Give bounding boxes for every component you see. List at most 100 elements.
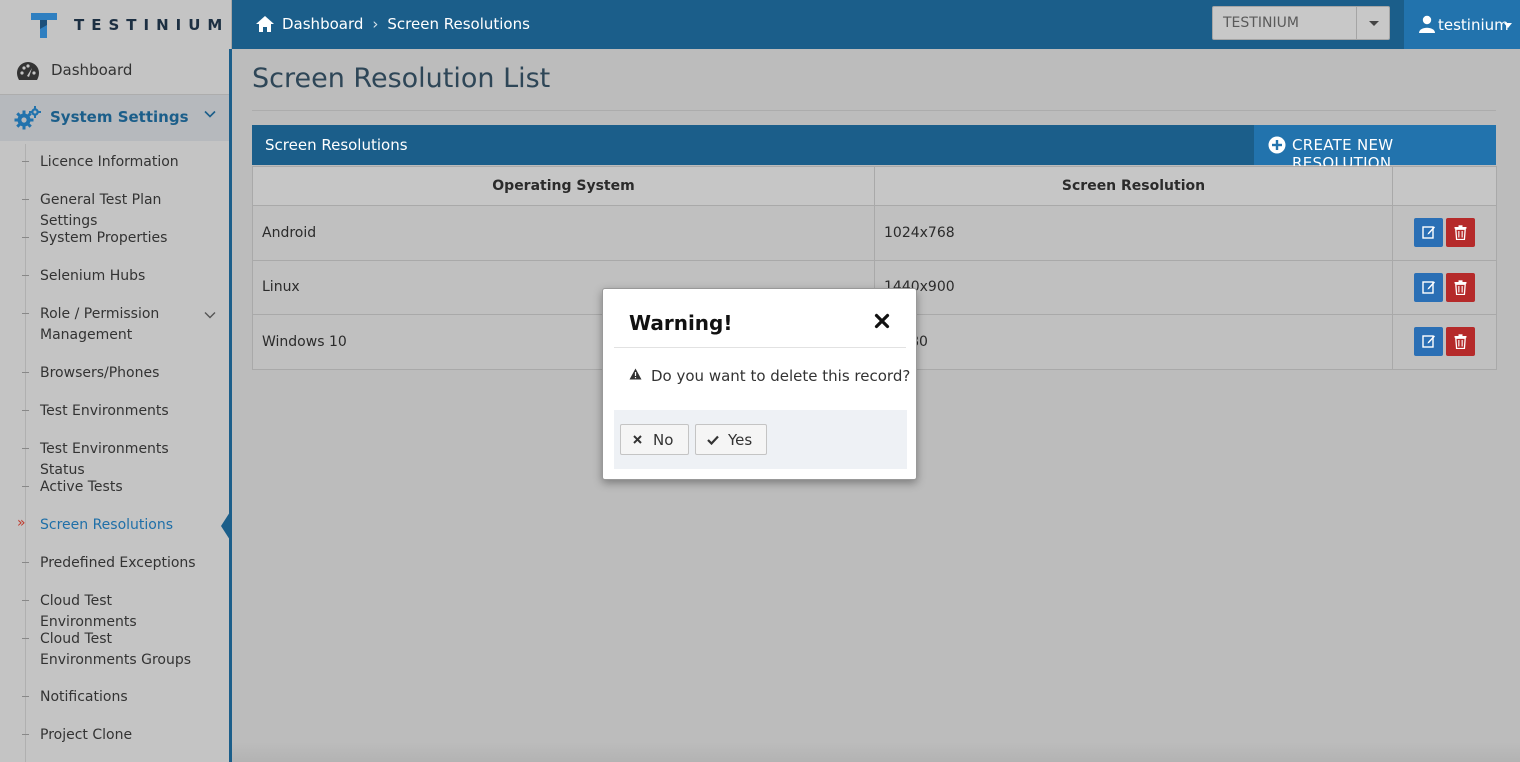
tree-dash	[22, 486, 29, 487]
table-header-row: Operating System Screen Resolution	[252, 166, 1497, 206]
cell-screen-resolution: 1024x768	[874, 205, 1393, 261]
tree-dash	[22, 734, 29, 735]
user-icon	[1419, 15, 1435, 33]
sidebar-item-label: Project Clone	[40, 727, 133, 743]
home-icon[interactable]	[255, 15, 275, 33]
user-name: testinium	[1438, 16, 1509, 34]
sidebar-item-label: Role / Permission Management	[40, 306, 160, 343]
column-header-actions	[1392, 166, 1497, 206]
sidebar-item-label: Cloud Test Environments	[40, 593, 137, 630]
dialog-divider	[614, 347, 906, 348]
project-select[interactable]: TESTINIUM	[1212, 6, 1390, 40]
tree-dash	[22, 313, 29, 314]
close-icon	[633, 435, 642, 444]
trash-icon	[1454, 280, 1467, 295]
sidebar-item-dashboard[interactable]: Dashboard	[0, 49, 229, 95]
dialog-message: Do you want to delete this record?	[651, 367, 911, 385]
chevron-down-icon	[204, 312, 216, 319]
cell-screen-resolution: x1080	[874, 314, 1393, 370]
sidebar-item-label: Selenium Hubs	[40, 268, 146, 284]
edit-icon	[1422, 335, 1435, 348]
sidebar: Dashboard System Settings Licence Inform…	[0, 49, 232, 762]
edit-icon	[1422, 281, 1435, 294]
yes-button[interactable]: Yes	[695, 424, 767, 455]
caret-down-icon	[1504, 23, 1512, 28]
edit-button[interactable]	[1414, 218, 1443, 248]
panel-title: Screen Resolutions	[265, 136, 408, 154]
plus-circle-icon	[1268, 136, 1286, 154]
table-row: Android 1024x768	[252, 205, 1497, 261]
sidebar-item-label: Cloud Test Environments Groups	[40, 631, 192, 668]
dashboard-gauge-icon	[17, 62, 39, 80]
sidebar-item-label: Screen Resolutions	[40, 517, 174, 533]
column-header-screen-resolution[interactable]: Screen Resolution	[874, 166, 1393, 206]
tree-dash	[22, 562, 29, 563]
tree-dash	[22, 410, 29, 411]
page-bottom-shade	[232, 742, 1520, 762]
sidebar-item-label: System Properties	[40, 230, 168, 246]
dialog-title: Warning!	[629, 311, 733, 335]
create-new-resolution-button[interactable]: CREATE NEW RESOLUTION	[1254, 125, 1496, 172]
logo-text: TESTINIUM	[74, 16, 230, 34]
tree-dash	[22, 696, 29, 697]
edit-button[interactable]	[1414, 272, 1443, 302]
tree-dash	[22, 275, 29, 276]
dialog-footer: No Yes	[614, 410, 907, 469]
check-icon	[707, 435, 719, 445]
tree-dash	[22, 448, 29, 449]
delete-button[interactable]	[1446, 272, 1475, 302]
warning-icon	[629, 368, 642, 380]
sidebar-item-label: Active Tests	[40, 479, 123, 495]
delete-button[interactable]	[1446, 327, 1475, 357]
sidebar-item-label: Test Environments	[40, 403, 169, 419]
delete-confirm-dialog: Warning! Do you want to delete this reco…	[602, 288, 917, 480]
sidebar-item-label: Dashboard	[51, 61, 133, 79]
sidebar-item-label: Licence Information	[40, 154, 179, 170]
edit-button[interactable]	[1414, 327, 1443, 357]
testinium-logo-icon	[31, 13, 57, 38]
sidebar-item-label: Notifications	[40, 689, 128, 705]
edit-icon	[1422, 226, 1435, 239]
tree-dash	[22, 638, 29, 639]
logo[interactable]: TESTINIUM	[0, 0, 232, 49]
top-bar: TESTINIUM Dashboard › Screen Resolutions…	[0, 0, 1520, 49]
tree-dash	[22, 237, 29, 238]
cell-actions	[1392, 205, 1497, 261]
yes-button-label: Yes	[728, 431, 753, 449]
user-menu[interactable]: testinium	[1404, 0, 1520, 49]
delete-button[interactable]	[1446, 218, 1475, 248]
gears-icon	[14, 106, 41, 130]
tree-dash	[22, 199, 29, 200]
cell-screen-resolution: 1440x900	[874, 259, 1393, 315]
cell-operating-system: Android	[252, 205, 875, 261]
project-select-value: TESTINIUM	[1223, 15, 1299, 31]
double-chevron-right-icon: »	[17, 515, 26, 531]
breadcrumb-dashboard[interactable]: Dashboard	[282, 15, 363, 33]
breadcrumb-current: Screen Resolutions	[387, 15, 530, 33]
chevron-down-icon[interactable]	[1356, 7, 1389, 39]
sidebar-item-label: Predefined Exceptions	[40, 555, 196, 571]
breadcrumb: Dashboard › Screen Resolutions	[255, 15, 530, 33]
breadcrumb-separator-icon: ›	[372, 15, 379, 33]
trash-icon	[1454, 334, 1467, 350]
active-pointer	[221, 512, 230, 540]
tree-dash	[22, 161, 29, 162]
chevron-down-icon	[204, 110, 216, 118]
sidebar-item-label: Test Environments Status	[40, 441, 169, 478]
column-header-operating-system[interactable]: Operating System	[252, 166, 875, 206]
close-icon[interactable]	[874, 313, 890, 329]
tree-dash	[22, 600, 29, 601]
sidebar-section-label: System Settings	[50, 108, 189, 126]
page-title: Screen Resolution List	[252, 63, 551, 94]
cell-actions	[1392, 259, 1497, 315]
tree-dash	[22, 372, 29, 373]
sidebar-item-label: General Test Plan Settings	[40, 192, 162, 229]
trash-icon	[1454, 225, 1467, 241]
cell-actions	[1392, 314, 1497, 370]
panel-header: Screen Resolutions CREATE NEW RESOLUTION	[252, 125, 1496, 172]
no-button[interactable]: No	[620, 424, 689, 455]
sidebar-section-system-settings[interactable]: System Settings	[0, 95, 229, 141]
divider	[252, 110, 1496, 111]
no-button-label: No	[653, 431, 674, 449]
sidebar-item-label: Browsers/Phones	[40, 365, 160, 381]
